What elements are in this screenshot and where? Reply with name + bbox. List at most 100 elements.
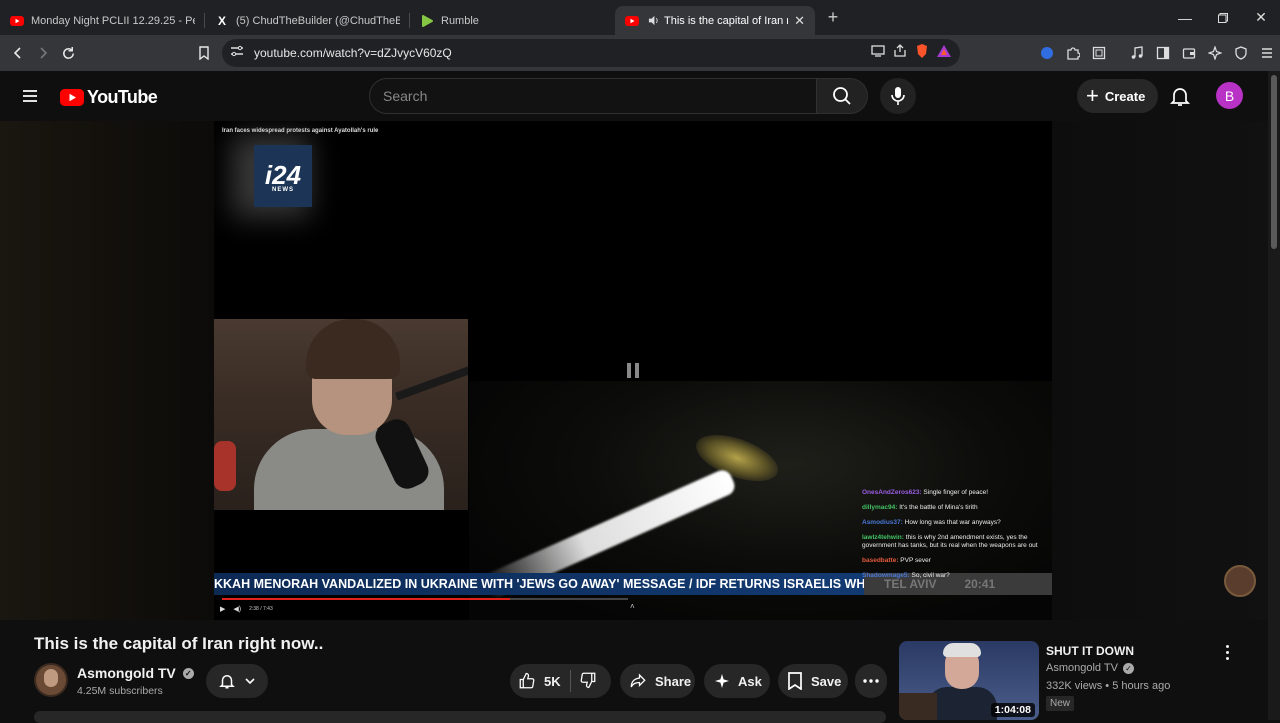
browser-tab-2[interactable]: X (5) ChudTheBuilder (@ChudTheBuild xyxy=(205,6,410,35)
menu-icon[interactable] xyxy=(1256,40,1278,66)
hamburger-menu-icon[interactable] xyxy=(20,86,40,106)
share-icon xyxy=(630,673,646,688)
brave-shield-icon[interactable] xyxy=(914,43,930,64)
like-dislike-group: 5K xyxy=(510,664,611,698)
verified-icon: ✓ xyxy=(182,667,194,679)
back-icon[interactable] xyxy=(5,40,31,66)
media-icon[interactable] xyxy=(1126,40,1148,66)
close-tab-icon[interactable]: ✕ xyxy=(794,13,805,29)
create-button[interactable]: + Create xyxy=(1077,79,1159,113)
url-text: youtube.com/watch?v=dZJvycV60zQ xyxy=(254,46,452,60)
wallet-icon[interactable] xyxy=(1178,40,1200,66)
recommended-thumbnail[interactable]: 1:04:08 xyxy=(899,641,1039,720)
browser-tab-1[interactable]: Monday Night PCLII 12.29.25 - Perry xyxy=(0,6,205,35)
address-bar[interactable]: youtube.com/watch?v=dZJvycV60zQ xyxy=(222,39,960,67)
recommended-channel[interactable]: Asmongold TV ✓ xyxy=(1046,662,1134,674)
more-horizontal-icon xyxy=(863,679,879,683)
new-badge: New xyxy=(1046,696,1075,711)
x-icon: X xyxy=(217,13,226,28)
youtube-icon xyxy=(10,14,24,28)
speaker-icon[interactable] xyxy=(646,14,660,28)
browser-toolbar: youtube.com/watch?v=dZJvycV60zQ xyxy=(0,35,1280,71)
news-headline: Iran faces widespread protests against A… xyxy=(222,128,379,134)
youtube-icon xyxy=(625,14,639,28)
site-settings-icon[interactable] xyxy=(230,44,244,62)
browser-tab-active[interactable]: This is the capital of Iran right ✕ xyxy=(615,6,815,35)
plus-icon: + xyxy=(1086,83,1099,108)
bookmark-save-icon xyxy=(788,672,802,690)
vpn-icon[interactable] xyxy=(1230,40,1252,66)
puzzle-icon[interactable] xyxy=(1062,40,1084,66)
more-vertical-icon[interactable] xyxy=(1220,643,1234,661)
ask-button[interactable]: Ask xyxy=(704,664,770,698)
screenshot-icon[interactable] xyxy=(1088,40,1110,66)
leo-ai-icon[interactable] xyxy=(1204,40,1226,66)
close-window-icon[interactable]: ✕ xyxy=(1242,0,1280,35)
new-tab-button[interactable]: + xyxy=(819,4,847,32)
bookmark-icon[interactable] xyxy=(191,40,217,66)
more-actions-button[interactable] xyxy=(855,664,887,698)
notifications-bell-icon[interactable] xyxy=(1168,84,1192,113)
dislike-button[interactable] xyxy=(579,671,597,692)
bell-icon xyxy=(219,675,235,689)
browser-tab-3[interactable]: Rumble xyxy=(410,6,615,35)
channel-avatar[interactable] xyxy=(34,663,68,697)
scrollbar-thumb[interactable] xyxy=(1271,75,1277,249)
rumble-icon xyxy=(420,14,434,28)
like-button[interactable]: 5K xyxy=(510,672,568,690)
extension-blue-icon[interactable] xyxy=(1036,40,1058,66)
video-progress-bar[interactable] xyxy=(222,598,628,600)
cast-icon[interactable] xyxy=(870,43,886,64)
verified-icon: ✓ xyxy=(1122,662,1134,674)
volume-icon[interactable]: ◀) xyxy=(233,605,241,613)
tab-label: (5) ChudTheBuilder (@ChudTheBuild xyxy=(236,14,400,27)
minimize-icon[interactable]: — xyxy=(1166,0,1204,35)
forward-icon[interactable] xyxy=(30,40,56,66)
youtube-logo-text: YouTube xyxy=(87,87,158,107)
streamer-webcam xyxy=(214,319,468,510)
channel-name[interactable]: Asmongold TV ✓ xyxy=(77,665,194,681)
search-button[interactable] xyxy=(816,78,868,114)
recommended-title[interactable]: SHUT IT DOWN xyxy=(1046,644,1134,658)
chat-message: basedbatte: PVP sever xyxy=(862,557,931,564)
recommended-meta: 332K views • 5 hours ago xyxy=(1046,680,1171,692)
tab-label: Rumble xyxy=(441,14,479,27)
search-box[interactable] xyxy=(369,78,817,114)
thumbs-down-icon xyxy=(580,672,596,688)
video-title: This is the capital of Iran right now.. xyxy=(34,634,324,653)
reload-icon[interactable] xyxy=(55,40,81,66)
youtube-header: YouTube + Create B xyxy=(0,71,1268,121)
chat-message: Asmodius37: How long was that war anyway… xyxy=(862,519,1001,526)
chevron-up-icon[interactable]: ˄ xyxy=(630,602,635,611)
youtube-logo[interactable]: YouTube xyxy=(60,87,158,108)
sidebar-icon[interactable] xyxy=(1152,40,1174,66)
window-controls: — ✕ xyxy=(1166,0,1280,35)
subscription-bell-button[interactable] xyxy=(206,664,268,698)
account-avatar[interactable]: B xyxy=(1216,82,1243,109)
youtube-logo-icon xyxy=(60,89,84,106)
page-scrollbar[interactable] xyxy=(1268,71,1280,720)
brave-rewards-icon[interactable] xyxy=(936,43,952,64)
ambient-glow-right xyxy=(1052,121,1268,620)
share-page-icon[interactable] xyxy=(892,43,908,64)
floating-channel-avatar[interactable] xyxy=(1224,565,1256,597)
voice-search-button[interactable] xyxy=(880,78,916,114)
create-label: Create xyxy=(1104,88,1146,104)
chat-message: OnesAndZeros623: Single finger of peace! xyxy=(862,489,989,496)
search-input[interactable] xyxy=(383,88,816,104)
share-button[interactable]: Share xyxy=(620,664,695,698)
description-box[interactable] xyxy=(34,711,886,723)
i24-news-logo: i24 NEWS xyxy=(254,145,312,207)
ambient-glow-left xyxy=(0,121,214,620)
search-icon xyxy=(833,87,851,105)
stream-chat: OnesAndZeros623: Single finger of peace!… xyxy=(862,489,1052,587)
like-count: 5K xyxy=(544,673,561,689)
play-icon[interactable]: ▶ xyxy=(220,605,225,613)
thumbs-up-icon xyxy=(519,672,535,689)
sparkle-icon xyxy=(715,674,729,688)
video-player[interactable]: Iran faces widespread protests against A… xyxy=(214,121,1052,620)
pause-indicator-icon xyxy=(627,363,639,378)
maximize-icon[interactable] xyxy=(1204,0,1242,35)
chat-message: dillymac94: It's the battle of Mina's ti… xyxy=(862,504,978,511)
save-button[interactable]: Save xyxy=(778,664,848,698)
